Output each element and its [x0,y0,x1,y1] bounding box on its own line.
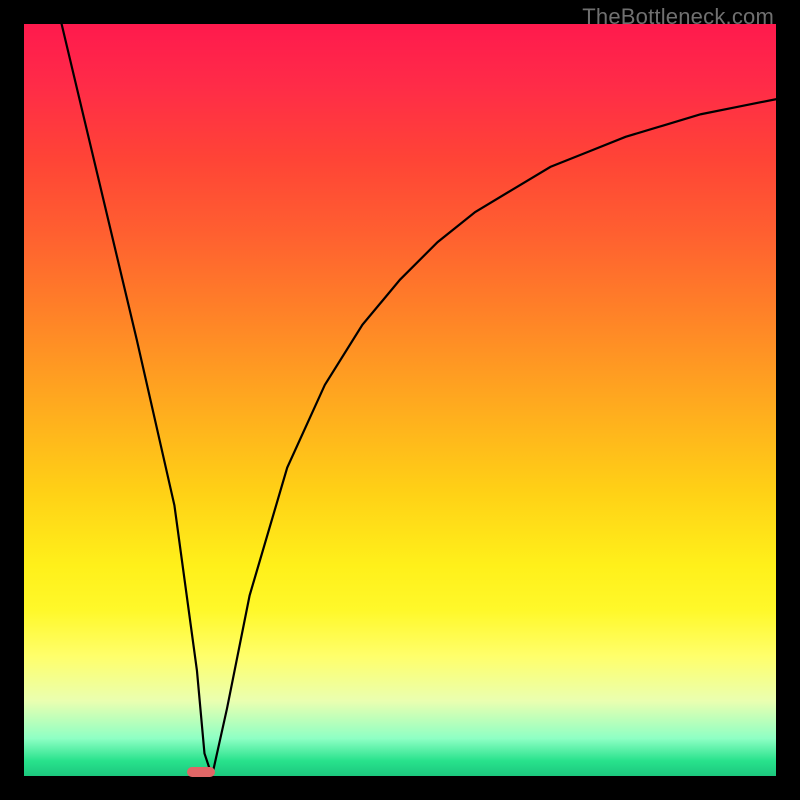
plot-area [24,24,776,776]
sweet-spot-marker [187,767,215,777]
curve-svg [24,24,776,776]
bottleneck-curve [62,24,776,776]
chart-container: TheBottleneck.com [0,0,800,800]
watermark-text: TheBottleneck.com [582,4,774,30]
